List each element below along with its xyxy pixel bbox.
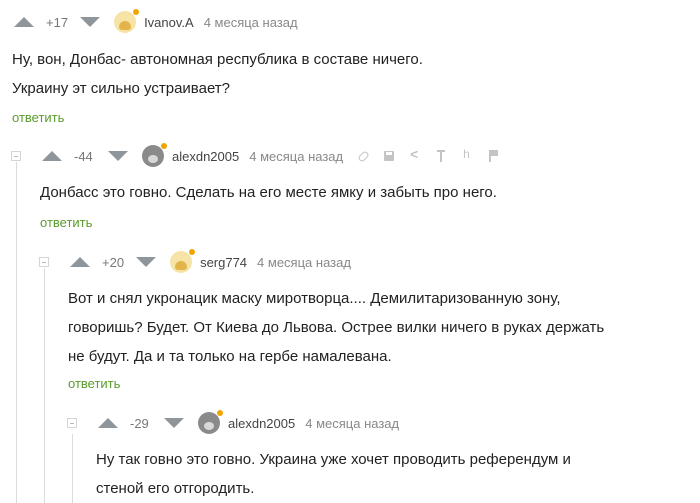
link-icon[interactable] (357, 150, 369, 162)
comment-text: Донбасс это говно. Сделать на его месте … (40, 178, 497, 207)
comment-text-line: Ну так говно это говно. Украина уже хоче… (96, 451, 571, 468)
comment-text-line: Украину эт сильно устраивает? (12, 80, 230, 97)
share-icon[interactable] (409, 146, 421, 162)
cat-avatar-icon[interactable] (142, 143, 167, 167)
comment-rating: -44 (74, 148, 93, 164)
comment-text-line: Вот и снял укронацик маску миротворца...… (68, 290, 561, 307)
flag-icon[interactable] (487, 150, 499, 162)
chick-avatar-icon[interactable] (170, 249, 196, 273)
reply-link[interactable]: ответить (68, 376, 120, 391)
comment-header: +17 Ivanov.A 4 месяца назад (14, 9, 298, 34)
online-indicator (133, 9, 140, 15)
comment-time[interactable]: 4 месяца назад (204, 15, 298, 30)
comment-rating: +17 (46, 14, 69, 30)
collapse-thread-button[interactable] (11, 151, 21, 161)
comment-time[interactable]: 4 месяца назад (249, 149, 343, 164)
thread-line (16, 162, 17, 503)
collapse-thread-button[interactable] (67, 418, 77, 428)
comment-text-line: Ну, вон, Донбас- автономная республика в… (12, 51, 423, 68)
upvote-icon[interactable] (14, 17, 34, 27)
thread-line (44, 268, 45, 503)
comment-text-line: говоришь? Будет. От Киева до Львова. Ост… (68, 319, 605, 336)
online-indicator (161, 143, 167, 149)
comment-text-line: Донбасс это говно. Сделать на его месте … (40, 184, 497, 201)
chick-avatar-icon[interactable] (114, 9, 140, 33)
comment-rating: -29 (130, 415, 149, 431)
comment-text-line: не будут. Да и та только на гербе намале… (68, 348, 392, 365)
comment-text-line: стеной его отгородить. (96, 480, 255, 497)
reply-link[interactable]: ответить (40, 215, 92, 230)
comment-header: -29 alexdn2005 4 месяца назад (98, 410, 399, 435)
online-indicator (189, 249, 196, 255)
save-icon[interactable] (383, 150, 395, 162)
comment-header: +20 serg774 4 месяца назад (70, 249, 351, 274)
thread-icon[interactable] (461, 147, 473, 162)
comment-text: Ну так говно это говно. Украина уже хоче… (96, 445, 571, 503)
upvote-icon[interactable] (98, 418, 118, 428)
thread-line (72, 434, 73, 503)
comment-text: Вот и снял укронацик маску миротворца...… (68, 284, 604, 371)
comment-username[interactable]: alexdn2005 (172, 149, 239, 164)
go-up-icon[interactable] (435, 150, 447, 162)
comment-username[interactable]: alexdn2005 (228, 416, 295, 431)
comment-username[interactable]: Ivanov.A (144, 15, 194, 30)
downvote-icon[interactable] (80, 17, 101, 27)
comment-time[interactable]: 4 месяца назад (305, 416, 399, 431)
comment-header: -44 alexdn2005 4 месяца назад (42, 143, 499, 168)
downvote-icon[interactable] (164, 418, 184, 428)
cat-avatar-icon[interactable] (198, 410, 223, 434)
comment-tools (357, 146, 499, 162)
comment-username[interactable]: serg774 (200, 255, 247, 270)
upvote-icon[interactable] (42, 151, 62, 161)
collapse-thread-button[interactable] (39, 257, 49, 267)
comment-text: Ну, вон, Донбас- автономная республика в… (12, 45, 423, 103)
upvote-icon[interactable] (70, 257, 90, 267)
comment-time[interactable]: 4 месяца назад (257, 255, 351, 270)
reply-link[interactable]: ответить (12, 110, 64, 125)
downvote-icon[interactable] (108, 151, 128, 161)
downvote-icon[interactable] (136, 257, 157, 267)
comment-rating: +20 (102, 254, 125, 270)
online-indicator (217, 410, 223, 416)
